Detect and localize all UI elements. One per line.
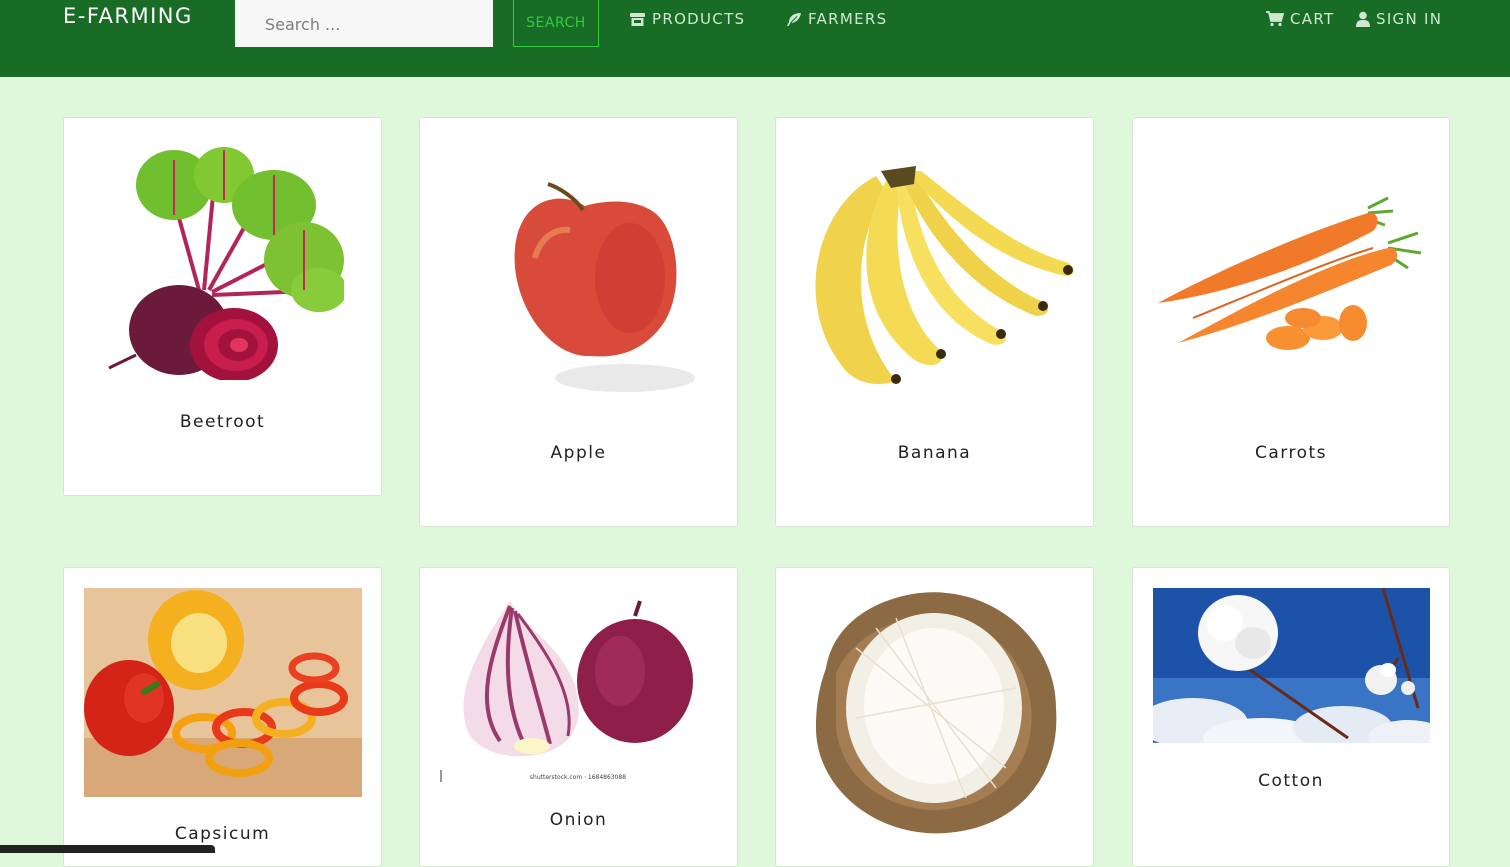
store-icon — [629, 12, 646, 27]
image-watermark: shutterstock.com · 1684863088 — [530, 774, 626, 781]
product-card-rice[interactable] — [775, 567, 1094, 867]
brand-logo[interactable]: E-FARMING — [63, 4, 193, 28]
navbar: E-FARMING SEARCH PRODUCTS FARMERS CART S… — [0, 0, 1510, 77]
banana-image — [815, 166, 1074, 384]
nav-cart[interactable]: CART — [1266, 8, 1334, 30]
nav-sign-in[interactable]: SIGN IN — [1356, 8, 1442, 30]
product-name: Banana — [897, 443, 972, 463]
capsicum-image — [84, 588, 362, 797]
search-button[interactable]: SEARCH — [513, 0, 599, 47]
cart-icon — [1266, 11, 1284, 27]
carrots-image — [1158, 196, 1422, 350]
beetroot-image — [108, 147, 344, 380]
rice-image — [816, 592, 1057, 834]
product-card-banana[interactable]: Banana — [775, 117, 1094, 527]
product-card-apple[interactable]: Apple — [419, 117, 738, 527]
product-card-beetroot[interactable]: Beetroot — [63, 117, 382, 496]
product-name: Capsicum — [174, 824, 271, 844]
product-card-cotton[interactable]: Cotton — [1132, 567, 1450, 867]
product-card-carrots[interactable]: Carrots — [1132, 117, 1450, 527]
search-input[interactable] — [235, 0, 493, 47]
nav-cart-label: CART — [1290, 10, 1335, 28]
product-name: Apple — [550, 443, 607, 463]
product-name: Carrots — [1254, 443, 1328, 463]
nav-sign-in-label: SIGN IN — [1376, 10, 1443, 28]
leaf-icon — [786, 12, 802, 27]
apple-image — [514, 182, 695, 392]
nav-products-label: PRODUCTS — [652, 10, 746, 28]
product-name: Onion — [549, 810, 608, 830]
product-card-onion[interactable]: shutterstock.com · 1684863088 Onion — [419, 567, 738, 867]
nav-products[interactable]: PRODUCTS — [629, 8, 745, 30]
user-icon — [1356, 11, 1370, 27]
product-card-capsicum[interactable]: Capsicum — [63, 567, 382, 867]
bottom-overlay-bar — [0, 845, 215, 853]
onion-image: shutterstock.com · 1684863088 — [440, 600, 693, 782]
cotton-image — [1153, 588, 1430, 743]
product-name: Beetroot — [179, 412, 266, 432]
product-name: Cotton — [1258, 771, 1324, 791]
nav-farmers[interactable]: FARMERS — [786, 8, 887, 30]
nav-farmers-label: FARMERS — [808, 10, 888, 28]
